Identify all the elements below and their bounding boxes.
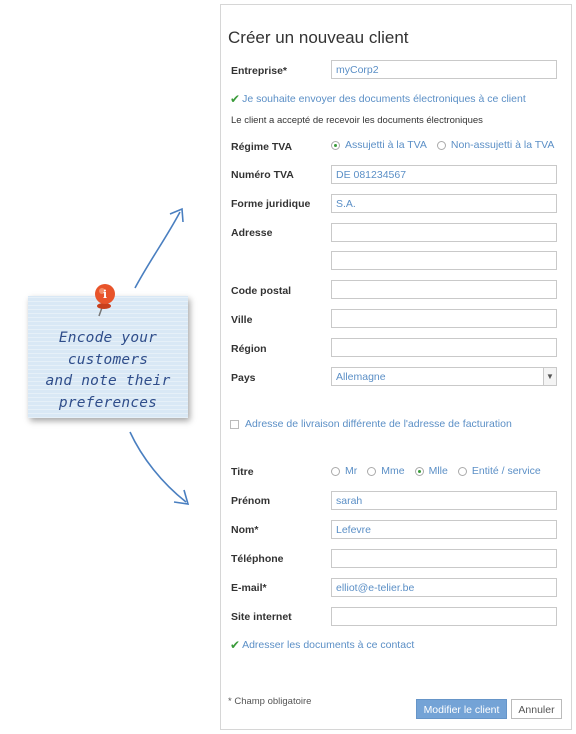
entreprise-field[interactable]: myCorp2 (331, 60, 557, 79)
email-field[interactable]: elliot@e-telier.be (331, 578, 557, 597)
accepted-info-text: Le client a accepté de recevoir les docu… (231, 115, 483, 126)
telephone-label: Téléphone (231, 553, 284, 565)
forme-juridique-field[interactable]: S.A. (331, 194, 557, 213)
forme-juridique-label: Forme juridique (231, 198, 311, 210)
radio-mme[interactable]: Mme (367, 465, 405, 477)
numero-tva-field[interactable]: DE 081234567 (331, 165, 557, 184)
regime-tva-radio-group: Assujetti à la TVA Non-assujetti à la TV… (331, 139, 564, 151)
ville-field[interactable] (331, 309, 557, 328)
radio-entite[interactable]: Entité / service (457, 465, 541, 477)
email-label: E-mail* (231, 582, 267, 594)
numero-tva-label: Numéro TVA (231, 169, 294, 181)
client-form-panel: Créer un nouveau client Entreprise* myCo… (220, 4, 572, 730)
adresse-field-1[interactable] (331, 223, 557, 242)
regime-tva-label: Régime TVA (231, 141, 293, 153)
electronic-docs-checkbox[interactable]: ✔ Je souhaite envoyer des documents élec… (230, 92, 526, 106)
modify-client-button[interactable]: Modifier le client (416, 699, 507, 719)
cancel-button[interactable]: Annuler (511, 699, 562, 719)
delivery-address-checkbox[interactable]: Adresse de livraison différente de l'adr… (230, 418, 512, 430)
region-label: Région (231, 343, 267, 355)
chevron-down-icon: ▼ (543, 368, 556, 385)
entreprise-label: Entreprise* (231, 65, 288, 77)
note-text: Encode your customers and note their pre… (45, 330, 171, 411)
code-postal-label: Code postal (231, 285, 292, 297)
checkbox-icon (230, 419, 239, 429)
code-postal-field[interactable] (331, 280, 557, 299)
radio-icon (414, 466, 424, 476)
site-label: Site internet (231, 611, 292, 623)
address-docs-checkbox[interactable]: ✔ Adresser les documents à ce contact (230, 638, 414, 652)
radio-mlle[interactable]: Mlle (414, 465, 448, 477)
telephone-field[interactable] (331, 549, 557, 568)
prenom-field[interactable]: sarah (331, 491, 557, 510)
check-icon: ✔ (230, 638, 241, 652)
titre-label: Titre (231, 466, 254, 478)
titre-radio-group: Mr Mme Mlle Entité / service (331, 465, 551, 477)
arrow-up-icon (134, 207, 184, 289)
adresse-field-2[interactable] (331, 251, 557, 270)
radio-mr[interactable]: Mr (331, 465, 357, 477)
page-title: Créer un nouveau client (228, 28, 409, 47)
radio-icon (331, 466, 340, 476)
radio-assujetti[interactable]: Assujetti à la TVA (331, 139, 427, 151)
radio-icon (436, 140, 446, 150)
check-icon: ✔ (230, 92, 241, 106)
site-field[interactable] (331, 607, 557, 626)
pays-label: Pays (231, 372, 256, 384)
nom-label: Nom* (231, 524, 259, 536)
ville-label: Ville (231, 314, 253, 326)
radio-non-assujetti[interactable]: Non-assujetti à la TVA (436, 139, 554, 151)
adresse-label: Adresse (231, 227, 273, 239)
arrow-down-icon (129, 431, 190, 505)
pin-icon: i (95, 284, 115, 317)
radio-icon (457, 466, 467, 476)
prenom-label: Prénom (231, 495, 271, 507)
svg-text:i: i (103, 288, 107, 301)
pays-select[interactable]: Allemagne ▼ (331, 367, 557, 386)
radio-icon (331, 140, 340, 150)
radio-icon (367, 466, 377, 476)
required-note: * Champ obligatoire (228, 696, 312, 707)
nom-field[interactable]: Lefevre (331, 520, 557, 539)
region-field[interactable] (331, 338, 557, 357)
